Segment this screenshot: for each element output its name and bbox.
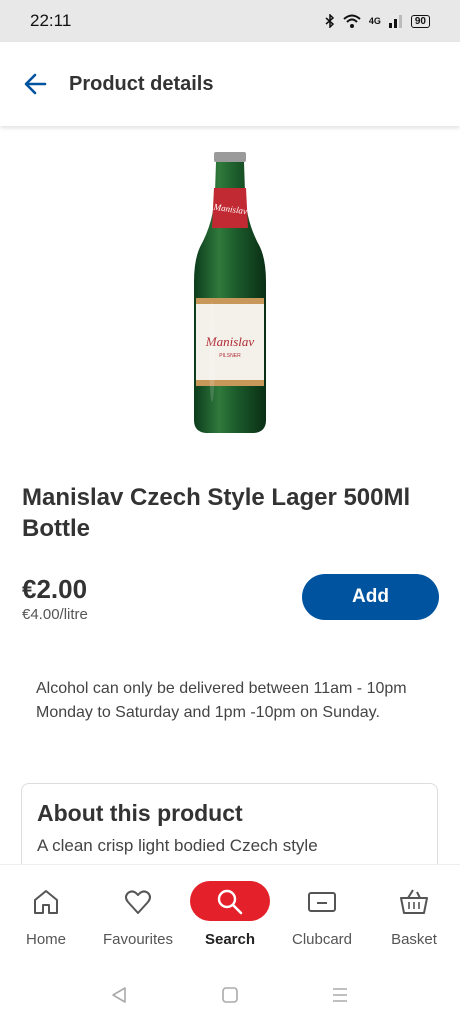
add-button[interactable]: Add [302, 574, 439, 620]
home-icon [34, 890, 58, 914]
unit-price: €4.00/litre [22, 606, 88, 623]
system-navigation-bar [0, 958, 460, 1024]
nav-search-label: Search [204, 931, 256, 948]
page-title: Product details [69, 72, 214, 95]
nav-home[interactable]: Home [0, 865, 92, 959]
basket-icon [400, 889, 428, 914]
status-bar: 22:11 4G 90 [0, 0, 460, 42]
battery-icon: 90 [410, 14, 430, 28]
alcohol-notice: Alcohol can only be delivered between 11… [36, 680, 407, 721]
about-text: A clean crisp light bodied Czech style [37, 836, 318, 855]
nav-clubcard[interactable]: Clubcard [276, 865, 368, 959]
back-arrow-icon[interactable] [23, 71, 49, 97]
system-back-icon[interactable] [110, 986, 128, 1004]
nav-home-label: Home [25, 931, 66, 948]
bottom-navigation: Home Favourites Search Clubcard Basket [0, 864, 460, 959]
about-product-card: About this product A clean crisp light b… [21, 783, 438, 864]
product-content[interactable]: Manislav Manislav PILSNER Manislav Czech… [0, 126, 460, 864]
nav-clubcard-label: Clubcard [291, 931, 353, 948]
signal-icon [388, 15, 402, 28]
status-icons: 4G 90 [325, 14, 430, 28]
nav-favourites[interactable]: Favourites [92, 865, 184, 959]
nav-search[interactable]: Search [184, 865, 276, 959]
product-price: €2.00 [22, 574, 88, 604]
bluetooth-icon [325, 14, 334, 28]
about-heading: About this product [37, 800, 243, 826]
bottle-label-sub: PILSNER [219, 353, 241, 359]
app-bar: Product details [0, 42, 460, 126]
system-home-icon[interactable] [221, 986, 239, 1004]
nav-basket[interactable]: Basket [368, 865, 460, 959]
clubcard-icon [308, 892, 336, 912]
heart-icon [125, 890, 151, 914]
product-image: Manislav Manislav PILSNER [194, 152, 266, 433]
nav-basket-label: Basket [391, 931, 437, 948]
wifi-icon [343, 14, 361, 28]
status-time: 22:11 [30, 11, 72, 30]
network-type: 4G [368, 16, 381, 26]
product-name: Manislav Czech Style Lager 500Ml Bottle [22, 484, 411, 542]
search-icon [217, 889, 243, 915]
system-menu-icon[interactable] [331, 986, 349, 1004]
nav-favourites-label: Favourites [102, 931, 174, 948]
